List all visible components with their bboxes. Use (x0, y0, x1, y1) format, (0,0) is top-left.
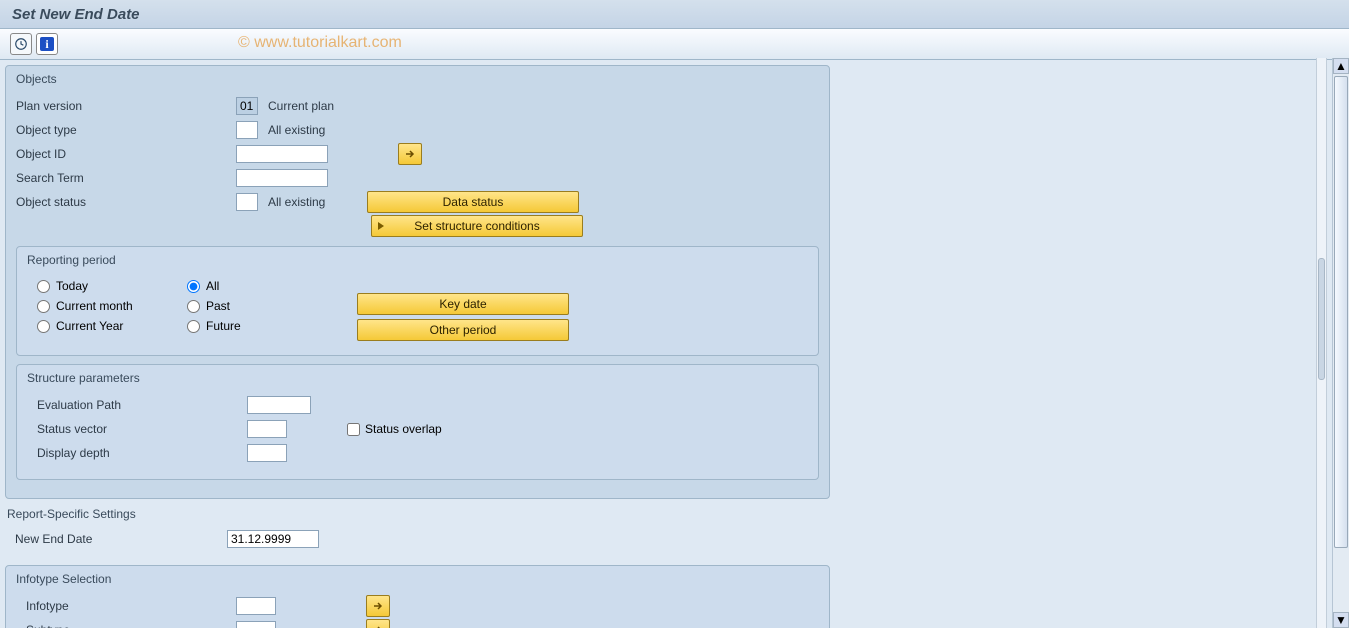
object-id-label: Object ID (16, 147, 236, 161)
object-type-desc: All existing (268, 123, 325, 137)
radio-past[interactable]: Past (187, 299, 337, 313)
infotype-multi-select-button[interactable] (366, 595, 390, 617)
radio-current-month-label: Current month (56, 299, 133, 313)
plan-version-desc: Current plan (268, 99, 334, 113)
vertical-scrollbar-outer[interactable]: ▲ ▼ (1332, 58, 1349, 628)
content-wrap: Objects Plan version Current plan Object… (0, 60, 1349, 628)
title-bar: Set New End Date (0, 0, 1349, 29)
evaluation-path-label: Evaluation Path (37, 398, 247, 412)
subtype-input[interactable] (236, 621, 276, 628)
reporting-period-group: Reporting period Today Current month Cur… (16, 246, 819, 356)
data-status-button[interactable]: Data status (367, 191, 579, 213)
other-period-button[interactable]: Other period (357, 319, 569, 341)
structure-parameters-group: Structure parameters Evaluation Path Sta… (16, 364, 819, 480)
status-overlap-label: Status overlap (365, 422, 442, 436)
status-overlap-checkbox[interactable]: Status overlap (347, 422, 442, 436)
new-end-date-input[interactable] (227, 530, 319, 548)
objects-group: Objects Plan version Current plan Object… (5, 65, 830, 499)
radio-today[interactable]: Today (37, 279, 187, 293)
scroll-handle[interactable] (1334, 76, 1348, 548)
other-period-button-label: Other period (430, 323, 497, 337)
structure-parameters-title: Structure parameters (27, 371, 808, 385)
selection-screen: Objects Plan version Current plan Object… (0, 60, 835, 628)
clock-execute-icon (14, 37, 28, 51)
radio-current-month[interactable]: Current month (37, 299, 187, 313)
object-status-label: Object status (16, 195, 236, 209)
report-specific-title: Report-Specific Settings (7, 507, 830, 521)
display-depth-label: Display depth (37, 446, 247, 460)
data-status-button-label: Data status (443, 195, 504, 209)
radio-current-year[interactable]: Current Year (37, 319, 187, 333)
radio-current-year-label: Current Year (56, 319, 123, 333)
status-vector-input[interactable] (247, 420, 287, 438)
object-type-label: Object type (16, 123, 236, 137)
subtype-multi-select-button[interactable] (366, 619, 390, 628)
objects-group-title: Objects (16, 72, 819, 86)
radio-future-label: Future (206, 319, 241, 333)
radio-all[interactable]: All (187, 279, 337, 293)
arrow-right-icon (372, 624, 384, 628)
display-depth-input[interactable] (247, 444, 287, 462)
scroll-handle[interactable] (1318, 258, 1325, 380)
right-empty-area (835, 60, 1349, 628)
scroll-down-arrow-icon[interactable]: ▼ (1333, 612, 1349, 628)
set-structure-conditions-label: Set structure conditions (414, 219, 539, 233)
infotype-selection-group: Infotype Selection Infotype Subtype Exis… (5, 565, 830, 628)
new-end-date-label: New End Date (15, 532, 227, 546)
arrow-right-icon (404, 148, 416, 160)
evaluation-path-input[interactable] (247, 396, 311, 414)
radio-today-label: Today (56, 279, 88, 293)
object-status-desc: All existing (268, 195, 325, 209)
execute-button[interactable] (10, 33, 32, 55)
plan-version-input[interactable] (236, 97, 258, 115)
arrow-right-icon (372, 600, 384, 612)
object-id-input[interactable] (236, 145, 328, 163)
radio-past-label: Past (206, 299, 230, 313)
page-title: Set New End Date (12, 6, 140, 23)
info-button[interactable]: i (36, 33, 58, 55)
radio-all-label: All (206, 279, 219, 293)
vertical-scrollbar-inner[interactable] (1316, 58, 1327, 628)
search-term-label: Search Term (16, 171, 236, 185)
object-id-multi-select-button[interactable] (398, 143, 422, 165)
radio-future[interactable]: Future (187, 319, 337, 333)
infotype-label: Infotype (26, 599, 236, 613)
key-date-button-label: Key date (439, 297, 486, 311)
set-structure-conditions-button[interactable]: Set structure conditions (371, 215, 583, 237)
reporting-period-title: Reporting period (27, 253, 808, 267)
object-type-input[interactable] (236, 121, 258, 139)
scroll-up-arrow-icon[interactable]: ▲ (1333, 58, 1349, 74)
infotype-input[interactable] (236, 597, 276, 615)
plan-version-label: Plan version (16, 99, 236, 113)
key-date-button[interactable]: Key date (357, 293, 569, 315)
status-vector-label: Status vector (37, 422, 247, 436)
toolbar: i (0, 29, 1349, 60)
object-status-input[interactable] (236, 193, 258, 211)
infotype-selection-title: Infotype Selection (16, 572, 819, 586)
search-term-input[interactable] (236, 169, 328, 187)
info-icon: i (40, 37, 54, 51)
subtype-label: Subtype (26, 623, 236, 628)
